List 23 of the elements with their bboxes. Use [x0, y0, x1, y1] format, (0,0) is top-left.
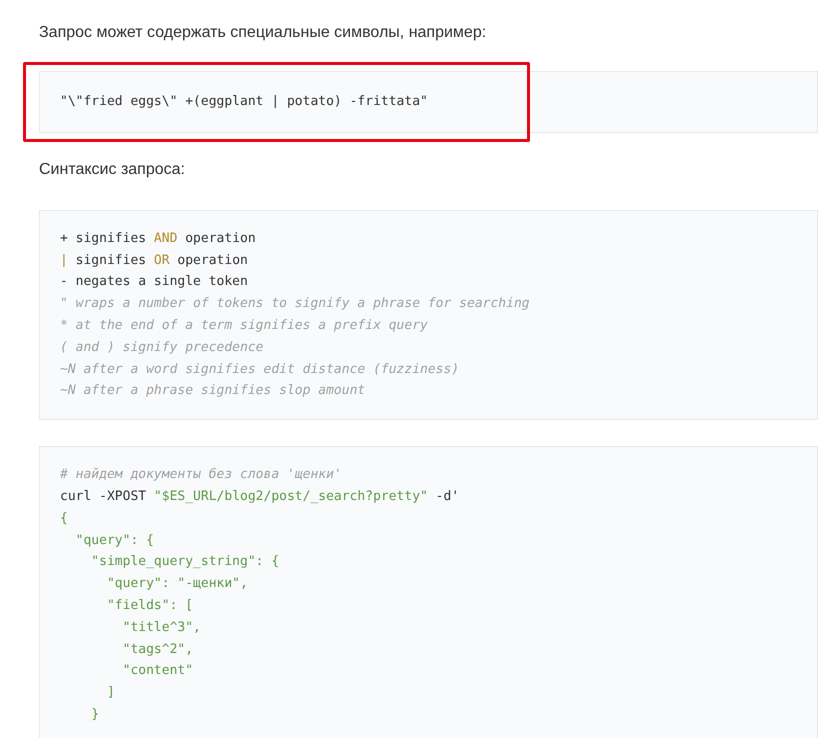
code-line: "content": [122, 662, 194, 680]
code-line: ]: [106, 684, 115, 702]
code-line: "simple_query_string": {: [90, 553, 280, 572]
code-line: + signifies AND operation: [60, 230, 256, 248]
code-line: - negates a single token: [60, 273, 248, 292]
paragraph: Запрос может содержать специальные символы, например:: [39, 23, 488, 43]
paragraph: Синтаксис запроса:: [39, 160, 186, 180]
code-line: {: [60, 510, 68, 528]
code-line: # найдем документы без слова 'щенки': [60, 466, 342, 484]
code-line: "fields": [: [106, 596, 194, 615]
code-line: "\"fried eggs\" +(eggplant | potato) -frittata": [60, 93, 428, 111]
code-line: "query": "-щенки",: [106, 575, 248, 594]
code-line: ( and ) signify precedence: [60, 338, 264, 357]
code-line: }: [90, 706, 100, 724]
code-line: " wraps a number of tokens to signify a phrase for searching: [60, 295, 530, 314]
code-line: ~N after a phrase signifies slop amount: [60, 382, 366, 400]
code-line: ~N after a word signifies edit distance (fuzziness): [60, 360, 460, 379]
code-line: "tags^2",: [122, 640, 194, 659]
code-line: "title^3",: [122, 618, 201, 637]
code-line: * at the end of a term signifies a prefix query: [60, 316, 428, 335]
code-line: | signifies OR operation: [60, 252, 248, 270]
code-line: "query": {: [74, 532, 154, 550]
code-line: curl -XPOST "$ES_URL/blog2/post/_search?pretty" -d': [60, 488, 460, 506]
